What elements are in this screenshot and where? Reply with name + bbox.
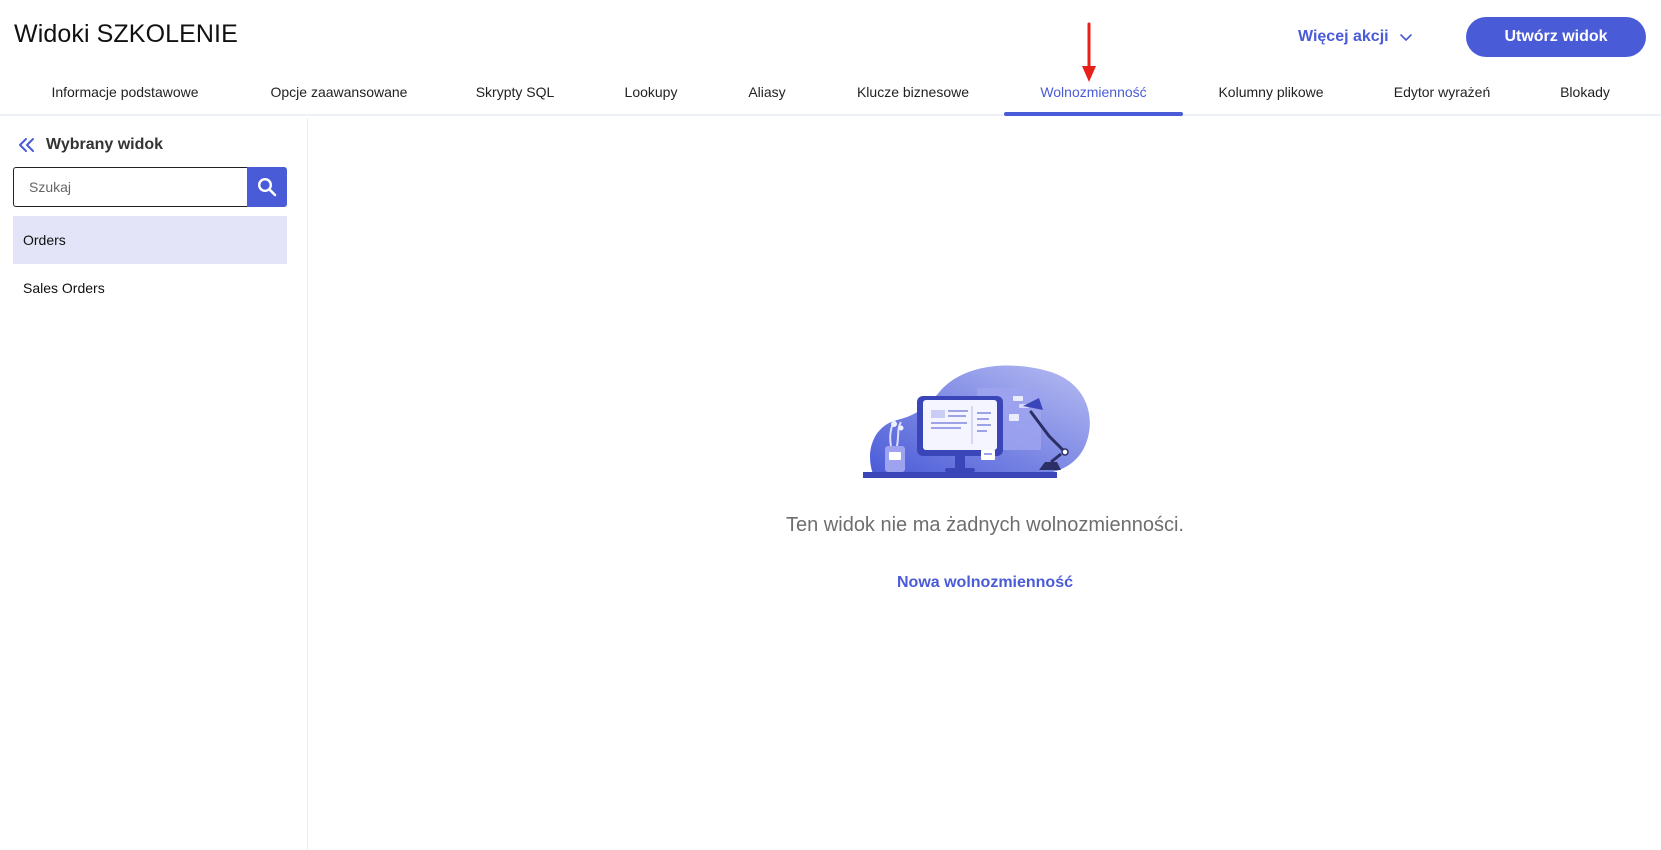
sidebar-title: Wybrany widok xyxy=(46,136,164,153)
annotation-arrow xyxy=(1082,22,1096,82)
chevron-down-icon xyxy=(1399,34,1412,41)
tab-aliases[interactable]: Aliasy xyxy=(730,70,804,114)
new-scd-link-row: Nowa wolnozmienność xyxy=(309,574,1661,592)
tab-expression-editor[interactable]: Edytor wyrażeń xyxy=(1372,70,1512,114)
tab-lookups[interactable]: Lookupy xyxy=(604,70,698,114)
empty-state-illustration xyxy=(863,365,1090,478)
sidebar-header: Wybrany widok xyxy=(18,136,163,154)
tab-sql-scripts[interactable]: Skrypty SQL xyxy=(460,70,570,114)
tab-file-columns[interactable]: Kolumny plikowe xyxy=(1206,70,1336,114)
tab-locks[interactable]: Blokady xyxy=(1544,70,1626,114)
new-scd-link[interactable]: Nowa wolnozmienność xyxy=(897,574,1073,591)
tab-bar: Informacje podstawowe Opcje zaawansowane… xyxy=(0,70,1661,116)
view-sidebar: Wybrany widok Orders Sales Orders xyxy=(0,118,308,850)
list-item-orders[interactable]: Orders xyxy=(13,216,287,264)
list-item-sales-orders[interactable]: Sales Orders xyxy=(13,264,287,312)
app-header: Widoki SZKOLENIE Więcej akcji Utwórz wid… xyxy=(0,0,1661,116)
create-view-button[interactable]: Utwórz widok xyxy=(1466,17,1646,57)
tab-business-keys[interactable]: Klucze biznesowe xyxy=(838,70,988,114)
view-list: Orders Sales Orders xyxy=(13,216,287,312)
more-actions-label: Więcej akcji xyxy=(1298,28,1389,45)
page-title: Widoki SZKOLENIE xyxy=(14,20,238,48)
double-chevron-left-icon[interactable] xyxy=(18,137,36,153)
empty-state-message: Ten widok nie ma żadnych wolnozmienności… xyxy=(786,514,1184,536)
search-icon xyxy=(258,177,277,197)
tab-basic-info[interactable]: Informacje podstawowe xyxy=(28,70,222,114)
main-content: Ten widok nie ma żadnych wolnozmienności… xyxy=(309,118,1661,850)
search-button[interactable] xyxy=(247,167,287,207)
tab-advanced-options[interactable]: Opcje zaawansowane xyxy=(252,70,426,114)
more-actions-dropdown[interactable]: Więcej akcji xyxy=(1298,24,1413,50)
search-input[interactable] xyxy=(13,167,248,207)
search-box xyxy=(13,167,287,207)
